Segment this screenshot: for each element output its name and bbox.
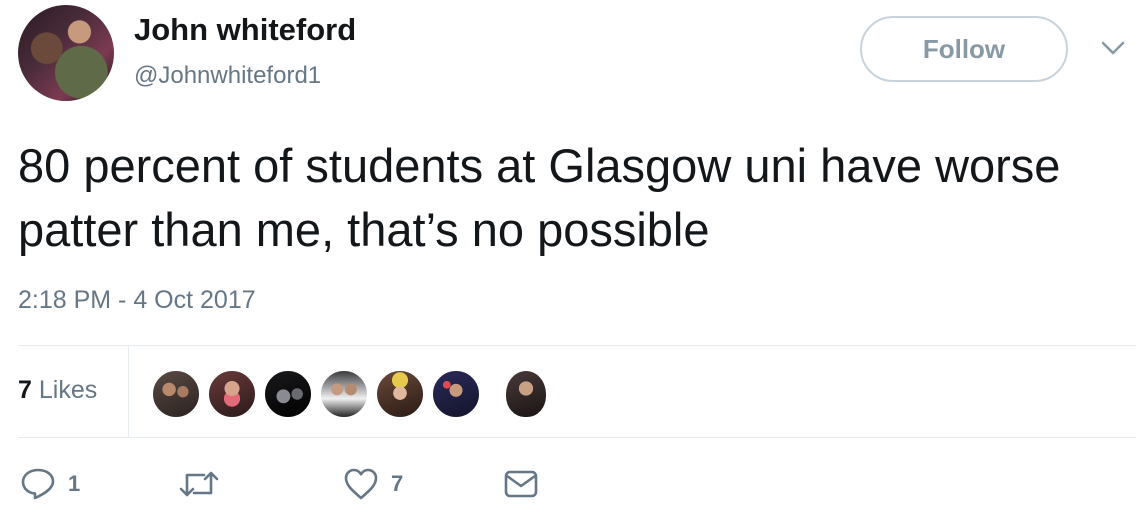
likes-count[interactable]: 7 Likes: [18, 376, 97, 405]
retweet-icon: [178, 467, 220, 501]
tweet-timestamp[interactable]: 2:18 PM - 4 Oct 2017: [18, 286, 256, 315]
divider: [128, 346, 129, 437]
chevron-down-icon[interactable]: [1100, 38, 1126, 58]
retweet-button[interactable]: [178, 460, 220, 508]
envelope-icon: [503, 467, 539, 501]
liker-avatar-3[interactable]: [262, 368, 314, 420]
author-handle[interactable]: @Johnwhiteford1: [134, 62, 321, 90]
liker-avatar-1[interactable]: [150, 368, 202, 420]
divider: [18, 437, 1136, 438]
like-button[interactable]: 7: [343, 460, 403, 508]
liker-avatar-6[interactable]: [430, 368, 482, 420]
liker-avatar-7[interactable]: [506, 371, 546, 417]
tweet-actions: 1 7: [0, 460, 1146, 510]
liker-avatar-2[interactable]: [206, 368, 258, 420]
profile-avatar[interactable]: [18, 5, 114, 101]
liker-avatar-4[interactable]: [318, 368, 370, 420]
heart-icon: [343, 467, 379, 501]
tweet-text: 80 percent of students at Glasgow uni ha…: [18, 139, 1061, 256]
liker-avatar-5[interactable]: [374, 368, 426, 420]
like-count: 7: [391, 471, 404, 496]
reply-icon: [20, 467, 56, 501]
divider: [18, 345, 1136, 346]
author-name[interactable]: John whiteford: [134, 12, 356, 48]
follow-button[interactable]: Follow: [860, 16, 1068, 82]
direct-message-button[interactable]: [503, 460, 539, 508]
reply-button[interactable]: 1: [20, 460, 80, 508]
reply-count: 1: [68, 471, 81, 496]
